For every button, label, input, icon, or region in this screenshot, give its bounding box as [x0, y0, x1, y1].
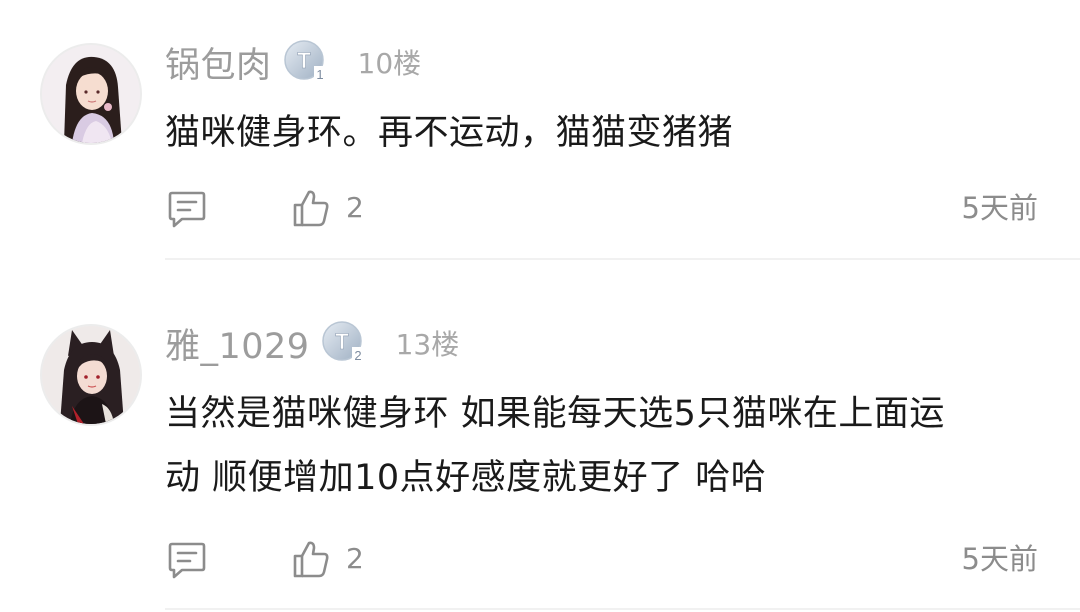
comment-content: 当然是猫咪健身环 如果能每天选5只猫咪在上面运 动 顺便增加10点好感度就更好了… — [165, 383, 1045, 509]
comment-actions: 2 5天前 — [0, 184, 1080, 234]
svg-text:T: T — [297, 48, 311, 73]
username[interactable]: 雅_1029 — [165, 318, 310, 369]
username[interactable]: 锅包肉 — [165, 37, 272, 88]
comment-divider — [165, 608, 1080, 610]
comment-actions: 2 5天前 — [0, 535, 1080, 585]
svg-text:T: T — [335, 329, 349, 354]
comment-content: 猫咪健身环。再不运动，猫猫变猪猪 — [165, 102, 1045, 164]
user-avatar[interactable] — [42, 45, 140, 143]
silver-t-badge-icon: T 2 — [321, 321, 368, 365]
comment-time: 5天前 — [961, 542, 1038, 576]
comment-time: 5天前 — [961, 191, 1038, 225]
like-count: 2 — [346, 542, 364, 575]
comment-divider — [165, 258, 1080, 260]
comment-text-line: 当然是猫咪健身环 如果能每天选5只猫咪在上面运 — [165, 394, 945, 434]
user-avatar[interactable] — [42, 326, 140, 424]
svg-text:2: 2 — [354, 348, 361, 363]
like-count: 2 — [346, 191, 364, 224]
chat-bubble-icon[interactable] — [166, 540, 208, 580]
thumbs-up-icon[interactable] — [290, 187, 332, 229]
chat-bubble-icon[interactable] — [166, 189, 208, 229]
girl-avatar-icon — [42, 45, 140, 143]
comment-text-line: 动 顺便增加10点好感度就更好了 哈哈 — [165, 458, 767, 498]
comment-header: 锅包肉 T 1 10楼 — [165, 40, 422, 86]
thumbs-up-icon[interactable] — [290, 538, 332, 580]
floor-number: 13楼 — [395, 328, 460, 361]
fox-girl-avatar-icon — [42, 326, 140, 424]
silver-t-badge-icon: T 1 — [283, 40, 330, 84]
floor-number: 10楼 — [357, 47, 422, 80]
comment-text: 猫咪健身环。再不运动，猫猫变猪猪 — [165, 113, 734, 153]
comment-header: 雅_1029 T 2 13楼 — [165, 321, 460, 367]
svg-text:1: 1 — [316, 67, 323, 82]
